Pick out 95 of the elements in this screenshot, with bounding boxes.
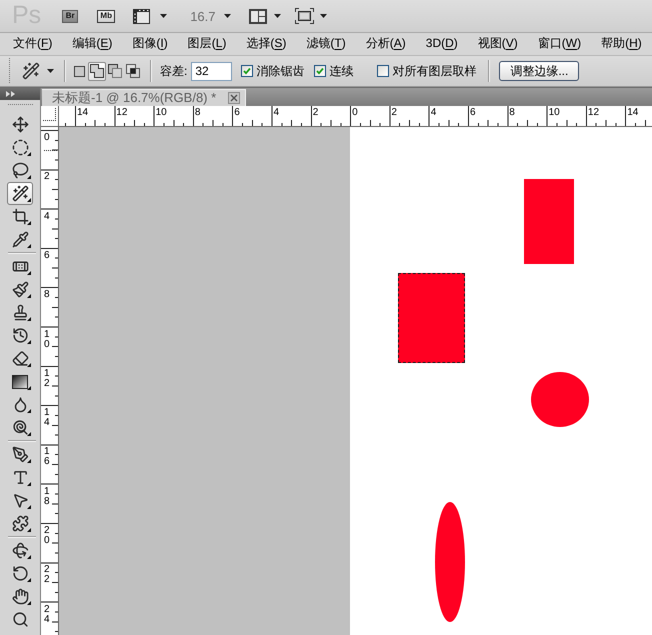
ruler-label: 14 [44, 408, 50, 428]
squares-intersect-icon [126, 64, 140, 78]
menu-item[interactable]: 帮助(H) [601, 35, 642, 51]
ruler-label: 4 [274, 108, 280, 118]
document-tab[interactable]: 未标题-1 @ 16.7%(RGB/8) * [42, 89, 246, 106]
ruler-label: 22 [44, 565, 50, 586]
selection-mode-button[interactable] [124, 62, 142, 80]
ruler-label: 8 [194, 108, 200, 118]
ruler-label: 2 [391, 108, 397, 118]
ruler-label: 0 [44, 133, 50, 143]
menu-item[interactable]: 滤镜(T) [306, 35, 346, 51]
magic-wand-icon [12, 185, 28, 202]
screen-frame-icon[interactable] [294, 8, 314, 24]
tolerance-label: 容差: [160, 64, 188, 78]
cursor-position-marker [44, 150, 58, 151]
magnifier-icon [12, 611, 28, 628]
tool-button[interactable] [7, 182, 33, 205]
ruler-label: 16 [44, 447, 50, 468]
checkbox[interactable] [241, 65, 254, 77]
squares-union-icon [90, 64, 104, 78]
ruler-label: 20 [44, 526, 50, 546]
menu-item[interactable]: 编辑(E) [72, 35, 112, 51]
ruler-label: 0 [352, 108, 358, 118]
squares-subtract-icon [108, 64, 122, 78]
checkmark-icon [316, 67, 324, 75]
type-icon [12, 469, 28, 486]
single-square-icon [74, 66, 84, 76]
lollipop-icon [12, 419, 28, 436]
document-title: 未标题-1 @ 16.7%(RGB/8) * [52, 91, 216, 105]
ruler-label: 14 [77, 108, 88, 118]
ruler-label: 24 [44, 604, 50, 625]
menu-item[interactable]: 分析(A) [366, 35, 406, 51]
caret-icon[interactable] [160, 14, 168, 18]
paintbrush-icon [12, 281, 28, 298]
eyedropper-icon [12, 231, 28, 248]
checkmark-icon [243, 67, 252, 75]
ruler-label: 6 [44, 250, 50, 261]
ruler-label: 2 [44, 172, 50, 182]
ruler-label: 10 [548, 108, 560, 118]
gradient-square-icon [12, 374, 28, 388]
eraser-icon [12, 350, 28, 367]
selection-mode-button[interactable] [106, 62, 124, 80]
film-strip-icon[interactable] [133, 8, 150, 24]
puzzle-icon [12, 515, 28, 532]
crop-icon [12, 208, 28, 225]
checkbox-label: 连续 [329, 64, 354, 78]
tolerance-field[interactable]: 32 [191, 62, 232, 80]
menu-item[interactable]: 文件(F) [13, 35, 52, 51]
ruler-label: 10 [44, 330, 50, 350]
rotate-3d-icon [12, 542, 28, 559]
checkbox-label: 对所有图层取样 [392, 64, 476, 78]
ruler-label: 14 [627, 108, 638, 118]
lasso-icon [12, 162, 28, 179]
double-arrow-icon[interactable] [6, 91, 15, 97]
menu-item[interactable]: 选择(S) [246, 35, 286, 51]
checkbox[interactable] [314, 65, 326, 77]
close-icon[interactable] [228, 92, 240, 104]
menu-item[interactable]: 图像(I) [132, 35, 168, 51]
caret-icon[interactable] [320, 14, 326, 18]
magic-wand-icon[interactable] [22, 62, 40, 80]
refine-edge-button[interactable]: 调整边缘... [499, 61, 580, 81]
stamp-icon [12, 304, 28, 321]
ruler-label: 10 [156, 108, 167, 118]
caret-icon[interactable] [47, 69, 54, 73]
history-icon [12, 327, 28, 344]
ruler-label: 12 [44, 368, 50, 389]
ruler-origin-icon [43, 108, 57, 121]
menu-item[interactable]: 图层(L) [188, 35, 226, 51]
caret-icon[interactable] [274, 14, 280, 18]
ruler-label: 2 [312, 108, 318, 118]
bridge-button[interactable]: Br [62, 10, 78, 22]
layout-grid-icon[interactable] [248, 8, 266, 24]
ruler-label: 12 [116, 108, 128, 118]
menu-item[interactable]: 3D(D) [426, 35, 458, 51]
dashed-circle-icon [12, 139, 28, 156]
menu-item[interactable]: 窗口(W) [538, 35, 582, 51]
ruler-label: 4 [430, 108, 436, 118]
checkbox[interactable] [377, 65, 390, 77]
rotate-icon [12, 565, 28, 582]
ruler-label: 8 [44, 290, 50, 300]
pen-icon [12, 446, 28, 463]
checkbox-label: 消除锯齿 [256, 64, 304, 78]
caret-icon[interactable] [224, 14, 230, 18]
selection-mode-button[interactable] [88, 62, 106, 80]
ruler-label: 4 [44, 212, 50, 222]
arrow-pointer-icon [12, 492, 28, 509]
ruler-label: 8 [509, 108, 515, 118]
ruler-label: 12 [588, 108, 600, 118]
move-icon [12, 116, 28, 133]
hand-icon [12, 588, 28, 605]
ruler-label: 18 [44, 486, 50, 507]
ruler-label: 6 [234, 108, 240, 118]
ruler-label: 6 [470, 108, 476, 118]
mini-bridge-button[interactable]: Mb [97, 10, 116, 22]
menu-item[interactable]: 视图(V) [478, 35, 518, 51]
